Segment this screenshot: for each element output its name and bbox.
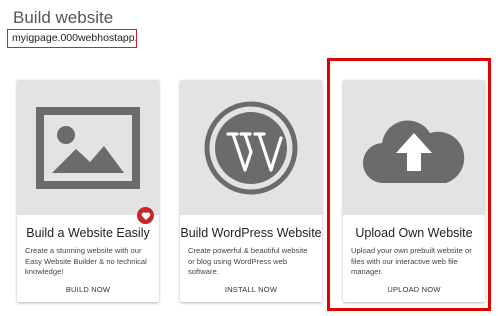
domain-label[interactable]: myigpage.000webhostapp.com (7, 29, 137, 48)
card-wordpress[interactable]: Build WordPress Website Create powerful … (180, 80, 322, 302)
card-media (17, 80, 159, 215)
wordpress-icon (204, 101, 298, 194)
card-media (180, 80, 322, 215)
upload-now-button[interactable]: UPLOAD NOW (343, 285, 485, 294)
card-media (343, 80, 485, 215)
card-upload-website[interactable]: Upload Own Website Upload your own prebu… (343, 80, 485, 302)
install-now-button[interactable]: INSTALL NOW (180, 285, 322, 294)
card-description: Upload your own prebuilt website or file… (351, 246, 472, 276)
card-title: Upload Own Website (355, 226, 473, 240)
cloud-upload-icon (362, 119, 465, 183)
page-title: Build website (13, 8, 114, 27)
favorite-badge (137, 207, 154, 224)
build-now-button[interactable]: BUILD NOW (17, 285, 159, 294)
card-build-website[interactable]: Build a Website Easily Create a stunning… (17, 80, 159, 302)
image-icon (36, 106, 140, 189)
heart-icon (141, 211, 150, 220)
card-description: Create a stunning website with our Easy … (25, 246, 147, 276)
card-title: Build WordPress Website (180, 226, 322, 240)
card-title: Build a Website Easily (26, 226, 150, 240)
card-description: Create powerful & beautiful website or b… (188, 246, 308, 276)
